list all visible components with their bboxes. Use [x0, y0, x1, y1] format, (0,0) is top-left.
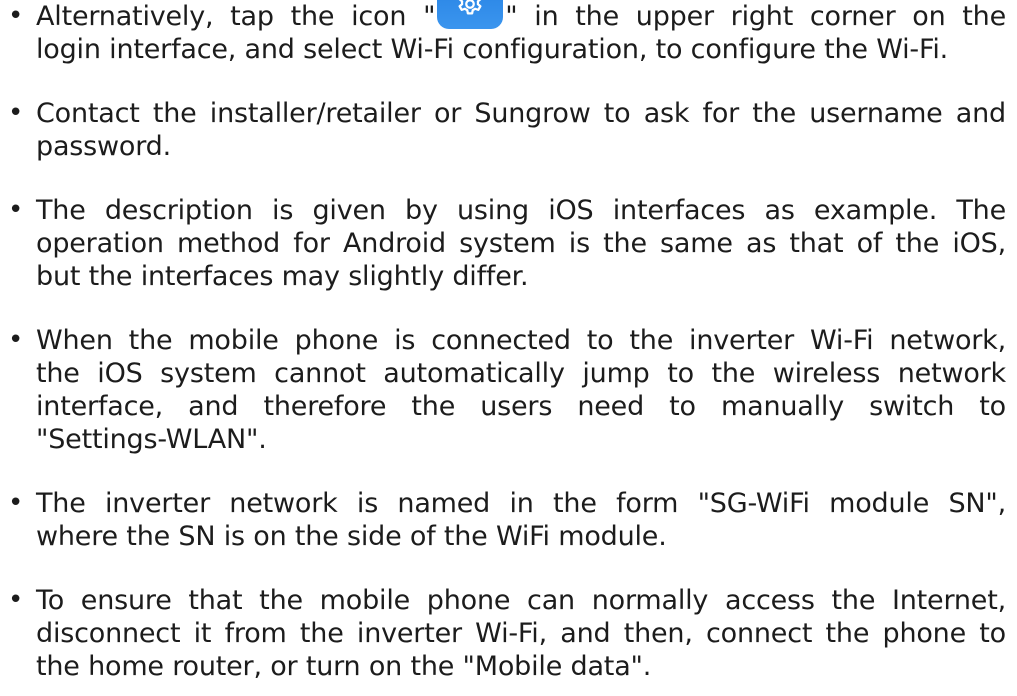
note-text: " in the upper right corner on the: [505, 1, 1006, 32]
settings-gear-icon: [437, 0, 504, 31]
note-line: but the interfaces may slightly differ.: [36, 261, 529, 292]
note-line: where the SN is on the side of the WiFi …: [36, 521, 667, 552]
bullet: •: [8, 585, 24, 615]
bullet: •: [8, 325, 24, 355]
note-item: Alternatively, tap the icon " " in the up…: [36, 0, 1006, 66]
note-line: To ensure that the mobile phone can norm…: [36, 585, 1006, 616]
note-line: disconnect it from the inverter Wi-Fi, a…: [36, 618, 1006, 649]
note-line: the home router, or turn on the "Mobile …: [36, 651, 652, 682]
note-item: When the mobile phone is connected to th…: [36, 324, 1006, 456]
note-item: To ensure that the mobile phone can norm…: [36, 584, 1006, 683]
note-line: "Settings-WLAN".: [36, 424, 267, 455]
note-line: password.: [36, 131, 171, 162]
note-item: Contact the installer/retailer or Sungro…: [36, 97, 1006, 163]
note-line: Contact the installer/retailer or Sungro…: [36, 98, 1006, 129]
bullet: •: [8, 488, 24, 518]
note-line: interface, and therefore the users need …: [36, 391, 1006, 422]
bullet: •: [8, 1, 24, 31]
bullet: •: [8, 195, 24, 225]
note-line: Alternatively, tap the icon " " in the up…: [36, 0, 1006, 33]
note-line: the iOS system cannot automatically jump…: [36, 358, 1006, 389]
note-line: operation method for Android system is t…: [36, 228, 1006, 259]
note-line: login interface, and select Wi-Fi config…: [36, 34, 948, 65]
note-item: The inverter network is named in the for…: [36, 487, 1006, 553]
note-line: The description is given by using iOS in…: [36, 195, 1006, 226]
note-item: The description is given by using iOS in…: [36, 194, 1006, 293]
note-line: The inverter network is named in the for…: [36, 488, 1006, 519]
note-line: When the mobile phone is connected to th…: [36, 325, 1006, 356]
note-text: Alternatively, tap the icon ": [36, 1, 436, 32]
bullet: •: [8, 98, 24, 128]
notes-list: • Alternatively, tap the icon " " in the …: [0, 0, 1017, 696]
